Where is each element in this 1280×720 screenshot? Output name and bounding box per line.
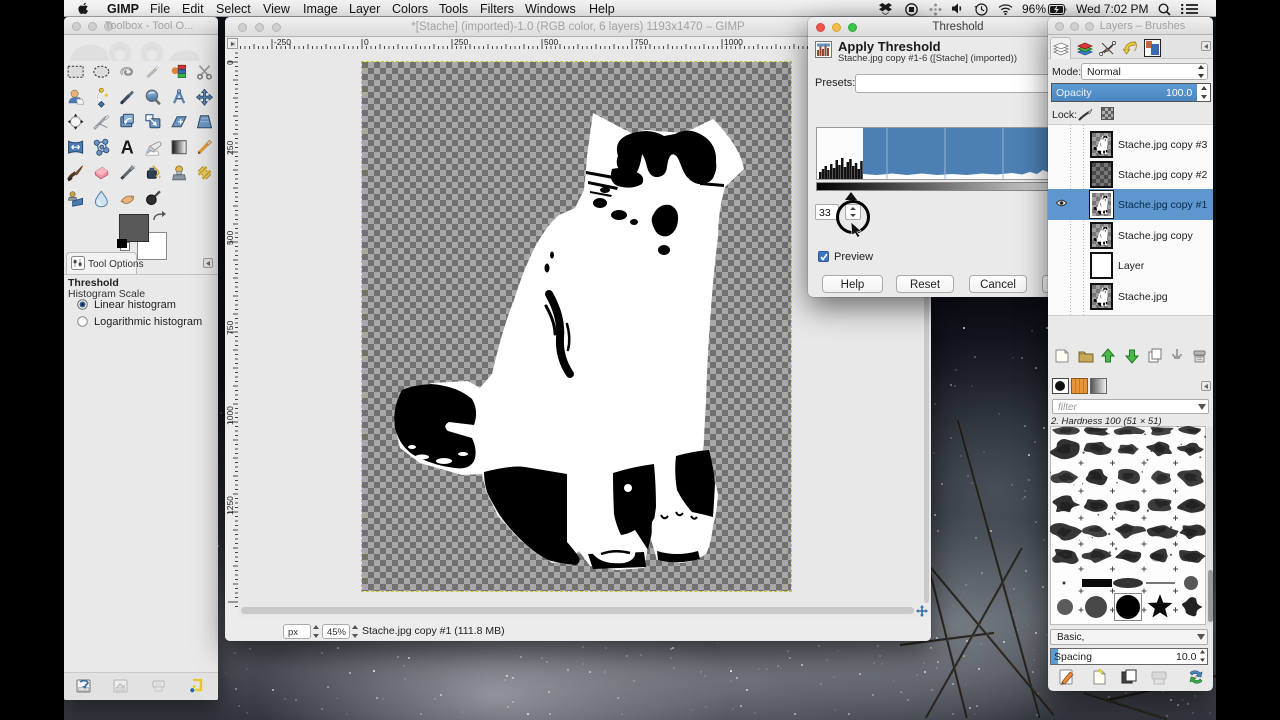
- svg-text:1000: 1000: [225, 406, 235, 425]
- svg-text:250: 250: [225, 141, 235, 155]
- svg-text:500: 500: [225, 231, 235, 245]
- svg-text:A: A: [121, 138, 134, 158]
- svg-text:1000: 1000: [724, 37, 743, 47]
- svg-text:0: 0: [225, 60, 235, 65]
- svg-text:750: 750: [634, 37, 648, 47]
- svg-text:0: 0: [364, 37, 369, 47]
- svg-text:500: 500: [544, 37, 558, 47]
- svg-text:250: 250: [454, 37, 468, 47]
- svg-text:1250: 1250: [225, 496, 235, 515]
- svg-text:750: 750: [225, 321, 235, 335]
- svg-text:-250: -250: [274, 37, 291, 47]
